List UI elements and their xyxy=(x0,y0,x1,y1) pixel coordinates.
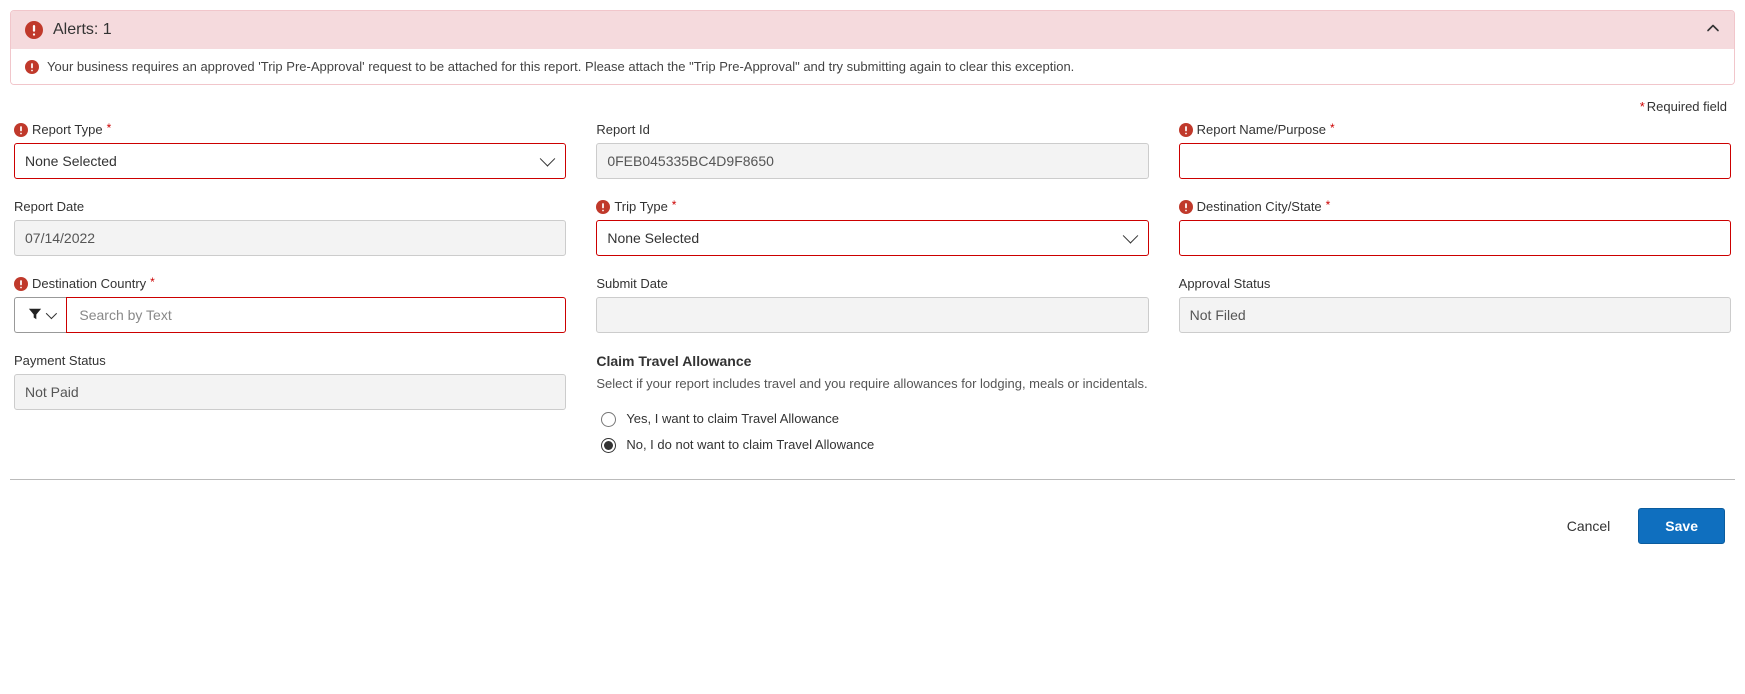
field-report-type: Report Type * None Selected xyxy=(14,122,566,179)
alerts-body: Your business requires an approved 'Trip… xyxy=(11,49,1734,84)
claim-no-radio[interactable] xyxy=(601,438,616,453)
trip-type-select[interactable]: None Selected xyxy=(596,220,1148,256)
claim-no-label: No, I do not want to claim Travel Allowa… xyxy=(626,437,874,452)
error-icon xyxy=(1179,200,1193,214)
label-payment-status: Payment Status xyxy=(14,353,106,368)
report-date-value: 07/14/2022 xyxy=(25,230,95,246)
filter-icon xyxy=(28,307,42,324)
error-icon xyxy=(14,123,28,137)
report-id-field: 0FEB045335BC4D9F8650 xyxy=(596,143,1148,179)
field-dest-city: Destination City/State * xyxy=(1179,199,1731,256)
payment-status-value: Not Paid xyxy=(25,384,79,400)
report-id-value: 0FEB045335BC4D9F8650 xyxy=(607,153,774,169)
alert-message: Your business requires an approved 'Trip… xyxy=(47,59,1074,74)
submit-date-field xyxy=(596,297,1148,333)
form-grid: Report Type * None Selected Report Id 0F… xyxy=(10,122,1735,461)
footer-actions: Cancel Save xyxy=(10,480,1735,550)
required-field-note: *Required field xyxy=(10,99,1727,114)
required-asterisk: * xyxy=(1326,198,1331,212)
label-report-id: Report Id xyxy=(596,122,649,137)
required-asterisk: * xyxy=(1330,121,1335,135)
claim-yes-option[interactable]: Yes, I want to claim Travel Allowance xyxy=(596,409,1148,427)
alert-icon xyxy=(25,21,43,39)
label-submit-date: Submit Date xyxy=(596,276,668,291)
report-type-select[interactable]: None Selected xyxy=(14,143,566,179)
field-trip-type: Trip Type * None Selected xyxy=(596,199,1148,256)
dest-country-input[interactable] xyxy=(66,297,566,333)
field-submit-date: Submit Date xyxy=(596,276,1148,333)
label-report-name: Report Name/Purpose xyxy=(1197,122,1326,137)
claim-yes-label: Yes, I want to claim Travel Allowance xyxy=(626,411,839,426)
required-asterisk: * xyxy=(672,198,677,212)
claim-desc: Select if your report includes travel an… xyxy=(596,375,1148,393)
payment-status-field: Not Paid xyxy=(14,374,566,410)
error-icon xyxy=(596,200,610,214)
required-asterisk: * xyxy=(150,275,155,289)
filter-button[interactable] xyxy=(14,297,66,333)
dest-city-input[interactable] xyxy=(1179,220,1731,256)
claim-no-option[interactable]: No, I do not want to claim Travel Allowa… xyxy=(596,435,1148,453)
cancel-button[interactable]: Cancel xyxy=(1561,517,1617,535)
field-report-date: Report Date 07/14/2022 xyxy=(14,199,566,256)
trip-type-value: None Selected xyxy=(607,230,699,246)
field-approval-status: Approval Status Not Filed xyxy=(1179,276,1731,333)
save-button[interactable]: Save xyxy=(1638,508,1725,544)
field-report-id: Report Id 0FEB045335BC4D9F8650 xyxy=(596,122,1148,179)
chevron-down-icon xyxy=(45,308,56,319)
report-date-field[interactable]: 07/14/2022 xyxy=(14,220,566,256)
claim-travel-allowance-section: Claim Travel Allowance Select if your re… xyxy=(596,353,1148,461)
field-dest-country: Destination Country * xyxy=(14,276,566,333)
required-asterisk: * xyxy=(107,121,112,135)
alert-item-icon xyxy=(25,60,39,74)
label-trip-type: Trip Type xyxy=(614,199,667,214)
label-report-date: Report Date xyxy=(14,199,84,214)
report-type-value: None Selected xyxy=(25,153,117,169)
alerts-header[interactable]: Alerts: 1 xyxy=(11,11,1734,49)
label-dest-city: Destination City/State xyxy=(1197,199,1322,214)
claim-yes-radio[interactable] xyxy=(601,412,616,427)
label-dest-country: Destination Country xyxy=(32,276,146,291)
field-report-name: Report Name/Purpose * xyxy=(1179,122,1731,179)
alerts-panel: Alerts: 1 Your business requires an appr… xyxy=(10,10,1735,85)
approval-status-field: Not Filed xyxy=(1179,297,1731,333)
alerts-title: Alerts: 1 xyxy=(53,21,112,39)
claim-title: Claim Travel Allowance xyxy=(596,353,1148,369)
error-icon xyxy=(14,277,28,291)
error-icon xyxy=(1179,123,1193,137)
report-name-input[interactable] xyxy=(1179,143,1731,179)
approval-status-value: Not Filed xyxy=(1190,307,1246,323)
label-report-type: Report Type xyxy=(32,122,103,137)
label-approval-status: Approval Status xyxy=(1179,276,1271,291)
field-payment-status: Payment Status Not Paid xyxy=(14,353,566,461)
collapse-icon[interactable] xyxy=(1706,22,1720,39)
